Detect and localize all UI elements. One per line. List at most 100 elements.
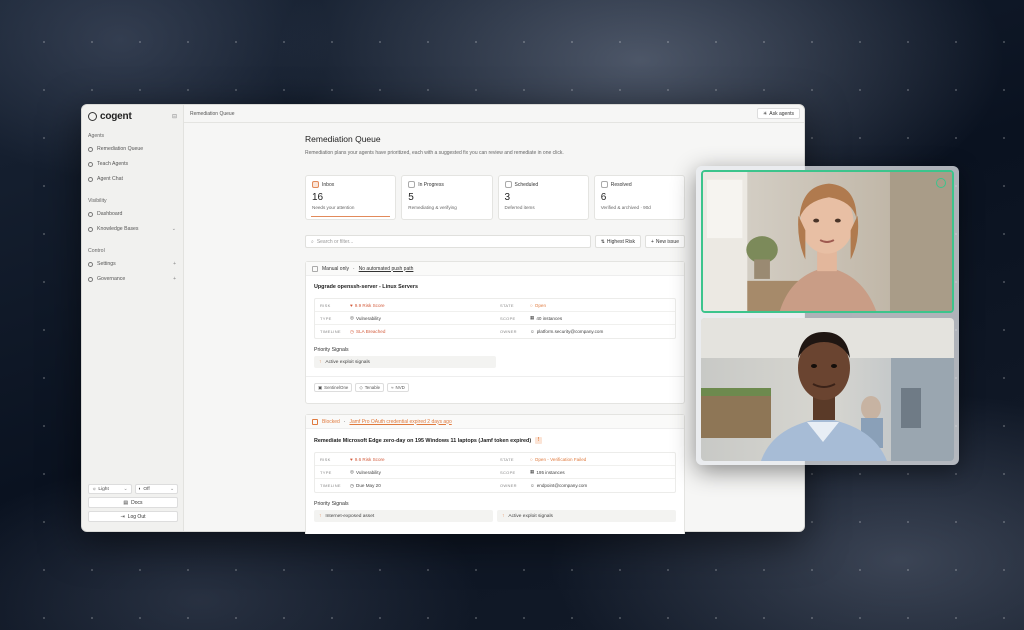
chevron-down-icon: ⌄ xyxy=(169,486,174,492)
sidebar-item-label: Agent Chat xyxy=(97,176,123,182)
card-scheduled[interactable]: Scheduled 3 Deferred items xyxy=(497,175,589,220)
gear-icon xyxy=(88,146,93,152)
settings-icon xyxy=(88,261,93,267)
sidebar: cogent ⊟ Agents Remediation Queue Teach … xyxy=(82,105,184,531)
field-value: ◎ Vulnerability xyxy=(350,315,381,321)
sort-button[interactable]: ⇅ Highest Risk xyxy=(594,235,641,248)
sidebar-item-agent-chat[interactable]: Agent Chat xyxy=(88,176,180,182)
card-label: Resolved xyxy=(610,181,632,188)
sidebar-item-governance[interactable]: Governance + xyxy=(88,276,180,282)
separator: · xyxy=(352,265,355,272)
search-placeholder: Search or filter... xyxy=(316,238,354,245)
issue-fields: RISK ♥ 9.6 Risk Score STATE ○ Open - Verific… xyxy=(314,452,676,493)
field-key: STATE xyxy=(500,456,514,462)
sidebar-item-remediation-queue[interactable]: Remediation Queue xyxy=(88,146,180,152)
calendar-icon: ◷ xyxy=(350,482,355,488)
issue-card[interactable]: Manual only · No automated push path Upg… xyxy=(305,261,685,404)
issue-status-link[interactable]: Jamf Pro OAuth credential expired 2 days… xyxy=(349,419,451,425)
card-in-progress[interactable]: In Progress 5 Remediating & verifying xyxy=(401,175,493,220)
sidebar-item-settings[interactable]: Settings + xyxy=(88,261,180,267)
sidebar-item-label: Remediation Queue xyxy=(97,146,144,152)
field-value: ○ Open xyxy=(530,303,546,308)
chevron-down-icon: ⌄ xyxy=(123,486,128,492)
logout-button[interactable]: ⇥ Log Out xyxy=(88,511,178,522)
section-label-visibility: Visibility xyxy=(88,198,107,204)
field-value: ◷ Due May 20 xyxy=(350,483,381,489)
breadcrumb[interactable]: Remediation Queue xyxy=(190,111,234,117)
field-value: ♥ 9.6 Risk Score xyxy=(350,457,385,462)
progress-icon xyxy=(408,181,416,188)
sidebar-item-label: Knowledge Bases xyxy=(97,226,139,232)
sidebar-item-label: Teach Agents xyxy=(97,161,129,167)
theme-select[interactable]: ☼ Light ⌄ xyxy=(88,484,132,494)
type-value: Vulnerability xyxy=(356,315,381,321)
circle-icon: ○ xyxy=(530,302,533,308)
sidebar-item-dashboard[interactable]: Dashboard xyxy=(88,211,180,217)
shield-icon xyxy=(88,276,93,282)
signal-text: Active exploit signals xyxy=(325,359,370,365)
logo[interactable]: cogent xyxy=(88,111,132,122)
video-tile-man[interactable] xyxy=(701,318,954,461)
card-sub: Verified & archived · 90d xyxy=(600,205,651,210)
card-resolved[interactable]: Resolved 6 Verified & archived · 90d xyxy=(593,175,685,220)
sidebar-item-label: Settings xyxy=(97,261,116,267)
nvd-icon: ≈ xyxy=(391,385,394,390)
sparkle-icon xyxy=(88,161,93,167)
scope-value: 195 instances xyxy=(536,469,565,475)
field-owner: OWNER ☺ platform.security@company.com xyxy=(495,325,675,338)
issue-status-link[interactable]: No automated push path xyxy=(359,266,414,272)
priority-signals-label: Priority Signals xyxy=(314,347,349,353)
arrow-up-icon: ↑ xyxy=(502,513,505,519)
field-value: ○ Open - Verification Failed xyxy=(530,457,586,462)
tag-tenable[interactable]: ◇ Tenable xyxy=(355,383,385,392)
tag-label: Tenable xyxy=(364,385,381,390)
docs-label: Docs xyxy=(131,499,143,506)
state-value: Open - Verification Failed xyxy=(534,456,587,462)
field-key: RISK xyxy=(320,302,331,308)
database-icon xyxy=(88,226,93,232)
field-type: TYPE ◎ Vulnerability xyxy=(315,466,495,479)
sidebar-collapse-icon[interactable]: ⊟ xyxy=(172,113,177,120)
new-issue-button[interactable]: + New issue xyxy=(645,235,685,248)
active-speaker-icon xyxy=(936,178,946,188)
search-input[interactable]: ⌕ Search or filter... xyxy=(305,235,591,248)
check-icon xyxy=(600,181,608,188)
signal-item: ↑ Active exploit signals xyxy=(497,510,676,522)
card-count: 6 xyxy=(600,192,607,203)
field-key: TYPE xyxy=(320,469,332,475)
video-tile-woman[interactable] xyxy=(701,170,954,313)
field-value: ▦ 195 instances xyxy=(530,469,565,475)
issue-status-bar: Blocked · Jamf Pro OAuth credential expi… xyxy=(306,415,684,429)
field-value: ▦ 40 instances xyxy=(530,315,562,321)
ask-agents-button[interactable]: ✳ Ask agents xyxy=(757,108,800,119)
sidebar-item-teach-agents[interactable]: Teach Agents xyxy=(88,161,180,167)
search-row: ⌕ Search or filter... ⇅ Highest Risk + N… xyxy=(305,235,685,248)
issue-card[interactable]: Blocked · Jamf Pro OAuth credential expi… xyxy=(305,414,685,534)
field-value: ☺ platform.security@company.com xyxy=(530,329,603,334)
book-icon: ▤ xyxy=(123,499,129,506)
sidebar-item-knowledge-bases[interactable]: Knowledge Bases ⌄ xyxy=(88,226,180,232)
toggle-select[interactable]: ◐ Off ⌄ xyxy=(134,484,178,494)
card-inbox[interactable]: Inbox 16 Needs your attention xyxy=(305,175,397,220)
dashboard-icon xyxy=(88,211,93,217)
theme-select-value: Light xyxy=(98,486,109,492)
tag-sentinelone[interactable]: ▣ SentinelOne xyxy=(314,383,353,392)
calendar-icon xyxy=(504,181,512,188)
toggle-select-value: Off xyxy=(143,486,150,492)
issue-title[interactable]: Upgrade openssh-server - Linux Servers xyxy=(306,276,684,294)
card-label: Inbox xyxy=(322,181,335,188)
field-scope: SCOPE ▦ 40 instances xyxy=(495,312,675,325)
logo-text: cogent xyxy=(100,111,132,122)
bug-icon: ◎ xyxy=(350,469,355,474)
warning-icon: ! xyxy=(535,437,543,444)
issue-title[interactable]: Remediate Microsoft Edge zero-day on 195… xyxy=(306,429,684,448)
card-sub: Needs your attention xyxy=(312,205,355,210)
video-feed-man xyxy=(701,318,954,461)
tag-label: NVD xyxy=(395,385,405,390)
issue-status: Blocked xyxy=(322,418,340,425)
arrow-up-icon: ↑ xyxy=(319,359,322,365)
tag-nvd[interactable]: ≈ NVD xyxy=(387,383,409,392)
signal-item: ↑ Internet-exposed asset xyxy=(314,510,493,522)
priority-signals-label: Priority Signals xyxy=(314,501,349,507)
docs-button[interactable]: ▤ Docs xyxy=(88,497,178,508)
